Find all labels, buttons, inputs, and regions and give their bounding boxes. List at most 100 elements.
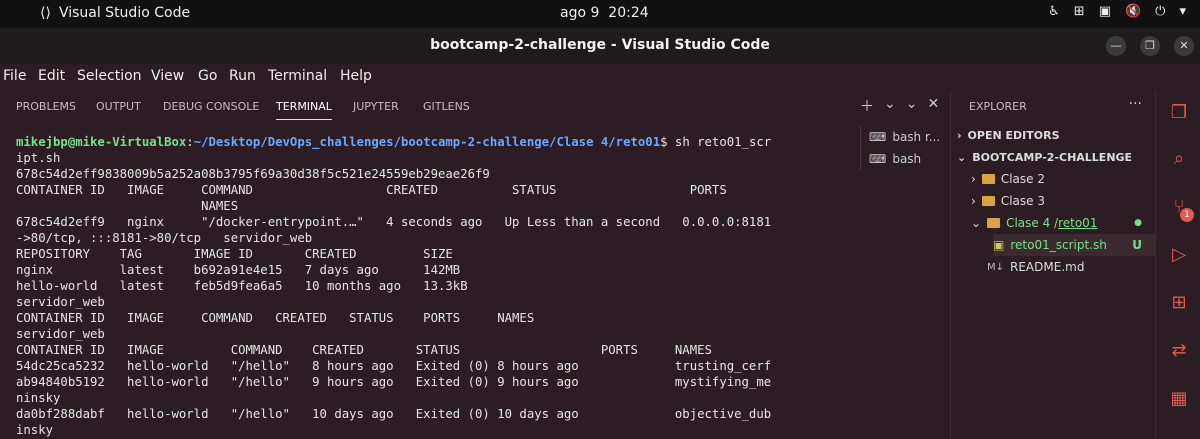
tree-folder-clase2[interactable]: › Clase 2 <box>971 168 1045 190</box>
window-title: bootcamp-2-challenge - Visual Studio Cod… <box>430 37 770 53</box>
terminal-icon: ⌨ <box>869 130 887 144</box>
modified-dot-icon: ● <box>1134 218 1142 228</box>
terminal-line: NAMES <box>16 199 239 213</box>
clock[interactable]: ago 9 20:24 <box>560 5 649 21</box>
terminal-line: ipt.sh <box>16 151 61 165</box>
active-app[interactable]: ⟨⟩ Visual Studio Code <box>40 5 190 21</box>
menu-terminal[interactable]: Terminal <box>268 68 327 84</box>
terminal-line: CONTAINER ID IMAGE COMMAND CREATED STATU… <box>16 343 712 357</box>
remote-explorer-icon[interactable]: ⇄ <box>1168 340 1190 362</box>
chevron-down-icon[interactable]: ▾ <box>1179 4 1186 19</box>
vscode-icon: ⟨⟩ <box>40 5 51 21</box>
terminal-line: CONTAINER ID IMAGE COMMAND CREATED STATU… <box>16 311 535 325</box>
chevron-right-icon: › <box>971 194 976 208</box>
menu-selection[interactable]: Selection <box>77 68 142 84</box>
plus-icon[interactable]: ＋ <box>860 96 874 116</box>
folder-label: Clase 3 <box>1000 194 1045 208</box>
menu-view[interactable]: View <box>151 68 184 84</box>
folder-label: Clase 4 / <box>1006 216 1059 230</box>
file-label: reto01_script.sh <box>1010 238 1107 252</box>
chevron-down-icon: ⌄ <box>971 216 982 230</box>
more-icon[interactable]: ··· <box>1129 96 1142 112</box>
terminal-line: 54dc25ca5232 hello-world "/hello" 8 hour… <box>16 359 772 373</box>
panel-tabs: PROBLEMS OUTPUT DEBUG CONSOLE TERMINAL J… <box>0 90 945 122</box>
terminal-session[interactable]: ⌨ bash <box>861 148 946 170</box>
tab-terminal[interactable]: TERMINAL <box>276 100 332 120</box>
date: ago 9 <box>560 5 600 21</box>
window-title-bar: bootcamp-2-challenge - Visual Studio Cod… <box>0 28 1200 64</box>
terminal-session[interactable]: ⌨ bash r... <box>861 126 946 148</box>
explorer-header: EXPLORER <box>969 100 1027 113</box>
explorer-icon[interactable]: ❐ <box>1168 102 1190 124</box>
terminal-line: nginx latest b692a91e4e15 7 days ago 142… <box>16 263 461 277</box>
workspace-section[interactable]: ⌄ BOOTCAMP-2-CHALLENGE <box>957 146 1132 168</box>
open-editors-section[interactable]: › OPEN EDITORS <box>957 124 1060 146</box>
chevron-down-icon: ⌄ <box>957 150 967 164</box>
tab-jupyter[interactable]: JUPYTER <box>353 100 399 113</box>
prompt-user: mikejbp@mike-VirtualBox <box>16 135 187 149</box>
source-control-badge: 1 <box>1180 208 1194 222</box>
panel-actions: ＋ ⌄ ⌄ ✕ <box>860 96 939 116</box>
terminal-line: 678c54d2eff9838009b5a252a08b3795f69a30d3… <box>16 167 490 181</box>
activity-bar: ❐ ⌕ ⑂ 1 ▷ ⊞ ⇄ ▦ <box>1155 90 1200 439</box>
menu-file[interactable]: File <box>3 68 26 84</box>
tab-debug-console[interactable]: DEBUG CONSOLE <box>163 100 259 113</box>
maximize-button[interactable]: ❐ <box>1140 36 1160 56</box>
bottom-panel: PROBLEMS OUTPUT DEBUG CONSOLE TERMINAL J… <box>0 90 945 439</box>
accessibility-icon[interactable]: ♿ <box>1048 4 1060 19</box>
tab-problems[interactable]: PROBLEMS <box>16 100 76 113</box>
menu-bar: File Edit Selection View Go Run Terminal… <box>0 64 1200 90</box>
tree-file-readme[interactable]: M↓ README.md <box>987 256 1084 278</box>
terminal-line: 678c54d2eff9 nginx "/docker-entrypoint.…… <box>16 215 772 229</box>
folder-open-icon <box>987 218 1001 228</box>
system-tray[interactable]: ♿ ⊞ ▣ 🔇 ⏻ ▾ <box>1048 4 1186 19</box>
extensions-icon[interactable]: ⊞ <box>1168 292 1190 314</box>
tree-file-reto01-script[interactable]: ▣ reto01_script.sh U <box>993 234 1156 256</box>
session-label: bash <box>892 152 922 166</box>
mute-icon[interactable]: 🔇 <box>1125 4 1141 19</box>
tab-output[interactable]: OUTPUT <box>96 100 141 113</box>
folder-link[interactable]: reto01 <box>1058 216 1097 230</box>
tree-folder-clase3[interactable]: › Clase 3 <box>971 190 1045 212</box>
menu-go[interactable]: Go <box>198 68 217 84</box>
terminal-line: ab94840b5192 hello-world "/hello" 9 hour… <box>16 375 772 389</box>
folder-icon <box>981 196 995 206</box>
terminal-line: da0bf288dabf hello-world "/hello" 10 day… <box>16 407 772 421</box>
power-icon[interactable]: ⏻ <box>1155 4 1165 19</box>
tree-folder-clase4[interactable]: ⌄ Clase 4 / reto01 ● <box>971 212 1156 234</box>
close-icon[interactable]: ✕ <box>927 96 939 116</box>
section-label: OPEN EDITORS <box>967 128 1060 142</box>
chevron-down-icon[interactable]: ⌄ <box>884 96 896 116</box>
menu-run[interactable]: Run <box>229 68 256 84</box>
minimize-button[interactable]: — <box>1106 36 1126 56</box>
close-button[interactable]: ✕ <box>1174 36 1194 56</box>
terminal-line: servidor_web <box>16 327 105 341</box>
prompt-command: $ sh reto01_scr <box>660 135 772 149</box>
search-icon[interactable]: ⌕ <box>1168 148 1190 170</box>
terminal-output[interactable]: mikejbp@mike-VirtualBox:~/Desktop/DevOps… <box>16 134 846 438</box>
terminal-line: REPOSITORY TAG IMAGE ID CREATED SIZE <box>16 247 453 261</box>
session-label: bash r... <box>892 130 941 144</box>
time: 20:24 <box>608 5 649 21</box>
terminal-session-list: ⌨ bash r... ⌨ bash <box>860 126 946 170</box>
menu-help[interactable]: Help <box>340 68 372 84</box>
network-icon[interactable]: ⊞ <box>1074 4 1085 19</box>
system-top-bar: ⟨⟩ Visual Studio Code ago 9 20:24 ♿ ⊞ ▣ … <box>0 0 1200 28</box>
docker-icon[interactable]: ▦ <box>1168 388 1190 410</box>
folder-icon <box>981 174 995 184</box>
terminal-line: CONTAINER ID IMAGE COMMAND CREATED STATU… <box>16 183 727 197</box>
folder-label: Clase 2 <box>1000 172 1045 186</box>
file-label: README.md <box>1010 260 1085 274</box>
markdown-file-icon: M↓ <box>987 261 1005 273</box>
chevron-right-icon: › <box>971 172 976 186</box>
terminal-icon: ⌨ <box>869 152 887 166</box>
menu-edit[interactable]: Edit <box>38 68 65 84</box>
run-debug-icon[interactable]: ▷ <box>1168 244 1190 266</box>
explorer-sidebar: EXPLORER ··· › OPEN EDITORS ⌄ BOOTCAMP-2-C… <box>950 90 1156 439</box>
chevron-down-icon[interactable]: ⌄ <box>906 96 918 116</box>
section-label: BOOTCAMP-2-CHALLENGE <box>972 150 1133 164</box>
prompt-path: ~/Desktop/DevOps_challenges/bootcamp-2-c… <box>193 135 661 149</box>
tab-gitlens[interactable]: GITLENS <box>423 100 470 113</box>
untracked-badge: U <box>1132 238 1142 252</box>
vpn-icon[interactable]: ▣ <box>1099 4 1111 19</box>
